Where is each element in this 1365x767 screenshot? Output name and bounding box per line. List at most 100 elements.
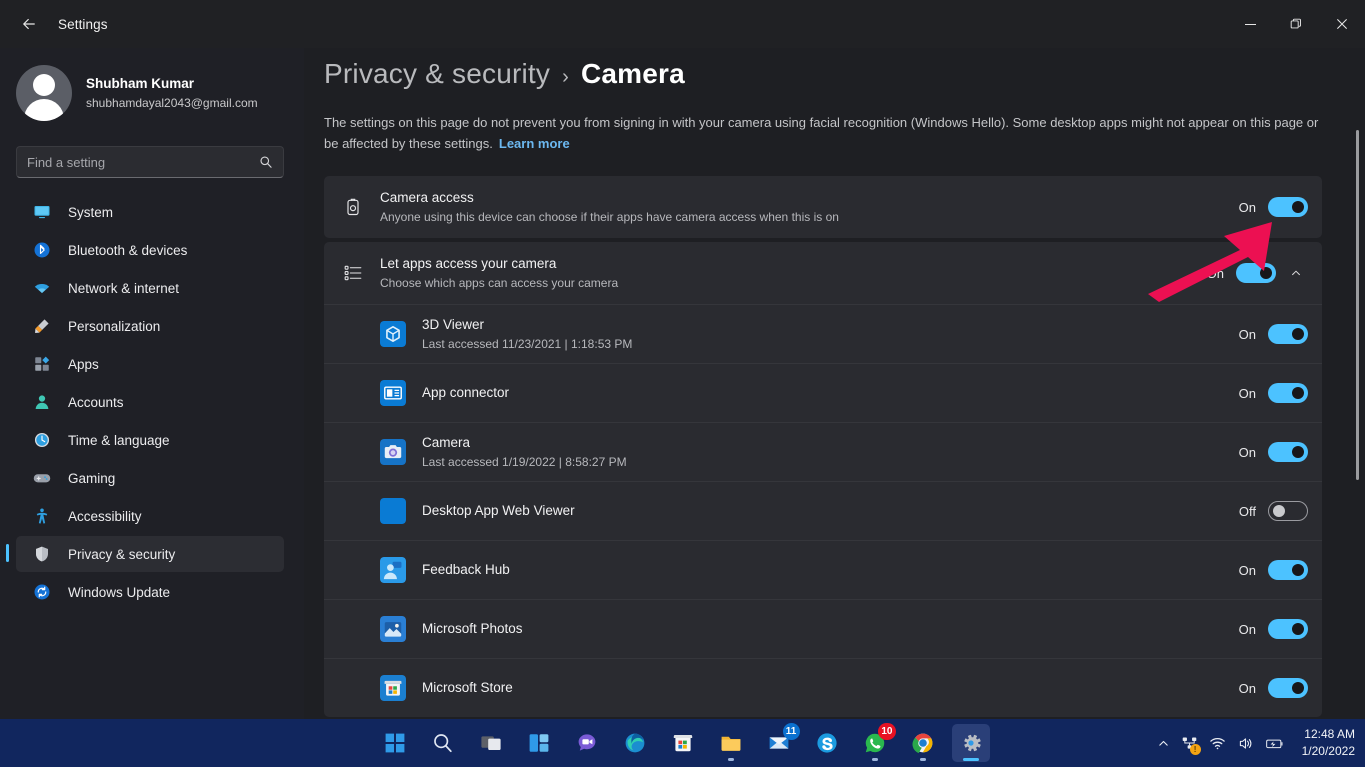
sidebar: Shubham Kumar shubhamdayal2043@gmail.com… [0, 48, 304, 719]
taskbar-microsoft-store-button[interactable] [664, 724, 702, 762]
app-row-microsoft-photos[interactable]: Microsoft Photos On [324, 599, 1322, 658]
sidebar-item-personalization[interactable]: Personalization [16, 308, 284, 344]
title-bar: Settings [0, 0, 1365, 48]
back-arrow-icon [20, 15, 38, 33]
sidebar-item-accounts[interactable]: Accounts [16, 384, 284, 420]
restore-icon [1289, 17, 1303, 31]
taskbar-badge: 11 [783, 723, 800, 740]
3d-viewer-icon [380, 321, 406, 347]
chrome-icon [911, 731, 935, 755]
taskbar-chat-teams-button[interactable] [568, 724, 606, 762]
sidebar-item-apps[interactable]: Apps [16, 346, 284, 382]
app-row-desktop-app-web-viewer[interactable]: Desktop App Web Viewer Off [324, 481, 1322, 540]
start-icon [383, 731, 407, 755]
app-toggle-3d-viewer[interactable] [1268, 324, 1308, 344]
sidebar-nav: System Bluetooth & devices Network & int… [0, 194, 304, 610]
app-name: App connector [422, 383, 1239, 403]
taskbar-whatsapp-button[interactable]: 10 [856, 724, 894, 762]
app-row-camera[interactable]: Camera Last accessed 1/19/2022 | 8:58:27… [324, 422, 1322, 481]
app-toggle-feedback-hub[interactable] [1268, 560, 1308, 580]
app-toggle-app-connector[interactable] [1268, 383, 1308, 403]
apps-icon [32, 354, 52, 374]
camera-access-state: On [1239, 200, 1256, 215]
widgets-icon [527, 731, 551, 755]
taskbar-skype-button[interactable] [808, 724, 846, 762]
sidebar-item-accessibility[interactable]: Accessibility [16, 498, 284, 534]
learn-more-link[interactable]: Learn more [499, 136, 570, 151]
let-apps-access-camera-toggle[interactable] [1236, 263, 1276, 283]
app-toggle-state: On [1239, 563, 1256, 578]
content-scrollbar[interactable] [1356, 130, 1359, 480]
close-button[interactable] [1319, 0, 1365, 48]
page-title: Camera [581, 58, 685, 90]
taskbar-mail-button[interactable]: 11 [760, 724, 798, 762]
breadcrumb-parent[interactable]: Privacy & security [324, 58, 550, 90]
chevron-up-icon[interactable] [1157, 737, 1170, 750]
battery-charging-icon[interactable] [1265, 735, 1285, 752]
taskbar-widgets-button[interactable] [520, 724, 558, 762]
app-text: 3D Viewer Last accessed 11/23/2021 | 1:1… [422, 315, 1239, 354]
taskbar-edge-button[interactable] [616, 724, 654, 762]
microsoft-photos-icon [380, 616, 406, 642]
breadcrumb-separator-icon: › [562, 66, 569, 89]
app-toggle-camera[interactable] [1268, 442, 1308, 462]
system-tray: ! [1157, 719, 1365, 767]
sidebar-item-privacy-security[interactable]: Privacy & security [16, 536, 284, 572]
running-indicator [872, 758, 878, 761]
maximize-button[interactable] [1273, 0, 1319, 48]
app-toggle-state: On [1239, 622, 1256, 637]
shield-icon [32, 544, 52, 564]
user-profile[interactable]: Shubham Kumar shubhamdayal2043@gmail.com [0, 48, 304, 126]
let-apps-access-camera-row[interactable]: Let apps access your camera Choose which… [324, 242, 1322, 304]
app-toggle-microsoft-photos[interactable] [1268, 619, 1308, 639]
sidebar-item-bluetooth-devices[interactable]: Bluetooth & devices [16, 232, 284, 268]
taskbar-file-explorer-button[interactable] [712, 724, 750, 762]
minimize-icon [1245, 24, 1256, 25]
volume-icon[interactable] [1237, 735, 1254, 752]
sidebar-item-gaming[interactable]: Gaming [16, 460, 284, 496]
camera-access-row[interactable]: Camera access Anyone using this device c… [324, 176, 1322, 238]
search-input[interactable] [17, 155, 259, 170]
app-toggle-desktop-app-web-viewer[interactable] [1268, 501, 1308, 521]
sidebar-item-system[interactable]: System [16, 194, 284, 230]
app-row-app-connector[interactable]: App connector On [324, 363, 1322, 422]
taskbar-task-view-button[interactable] [472, 724, 510, 762]
app-text: Feedback Hub [422, 560, 1239, 580]
search-icon [259, 155, 273, 169]
chevron-up-icon[interactable] [1284, 267, 1308, 279]
sidebar-item-network-internet[interactable]: Network & internet [16, 270, 284, 306]
app-row-microsoft-store[interactable]: Microsoft Store On [324, 658, 1322, 717]
sidebar-item-label: Time & language [68, 433, 170, 448]
profile-text: Shubham Kumar shubhamdayal2043@gmail.com [86, 75, 258, 111]
monitor-icon [32, 202, 52, 222]
taskbar-start-button[interactable] [376, 724, 414, 762]
app-text: Desktop App Web Viewer [422, 501, 1239, 521]
sidebar-item-time-language[interactable]: Time & language [16, 422, 284, 458]
taskbar-chrome-button[interactable] [904, 724, 942, 762]
edge-icon [623, 731, 647, 755]
taskbar: 11 10 [0, 719, 1365, 767]
network-update-icon[interactable]: ! [1181, 735, 1198, 752]
taskbar-search-button[interactable] [424, 724, 462, 762]
app-toggle-microsoft-store[interactable] [1268, 678, 1308, 698]
camera-access-text: Camera access Anyone using this device c… [380, 188, 1239, 227]
app-name: Microsoft Photos [422, 619, 1239, 639]
app-row-feedback-hub[interactable]: Feedback Hub On [324, 540, 1322, 599]
let-apps-access-camera-card: Let apps access your camera Choose which… [324, 242, 1322, 717]
search-box[interactable] [16, 146, 284, 178]
sidebar-item-windows-update[interactable]: Windows Update [16, 574, 284, 610]
minimize-button[interactable] [1227, 0, 1273, 48]
setting-subtitle: Choose which apps can access your camera [380, 275, 1207, 292]
taskbar-settings-button[interactable] [952, 724, 990, 762]
let-apps-text: Let apps access your camera Choose which… [380, 254, 1207, 293]
back-button[interactable] [8, 8, 50, 40]
toggle-knob [1292, 201, 1304, 213]
camera-access-toggle[interactable] [1268, 197, 1308, 217]
sidebar-item-label: Bluetooth & devices [68, 243, 187, 258]
taskbar-clock[interactable]: 12:48 AM 1/20/2022 [1302, 726, 1355, 761]
app-last-accessed: Last accessed 1/19/2022 | 8:58:27 PM [422, 454, 1239, 471]
app-row-3d-viewer[interactable]: 3D Viewer Last accessed 11/23/2021 | 1:1… [324, 304, 1322, 363]
wifi-icon[interactable] [1209, 735, 1226, 752]
app-name: Camera [422, 433, 1239, 453]
profile-name: Shubham Kumar [86, 75, 258, 93]
